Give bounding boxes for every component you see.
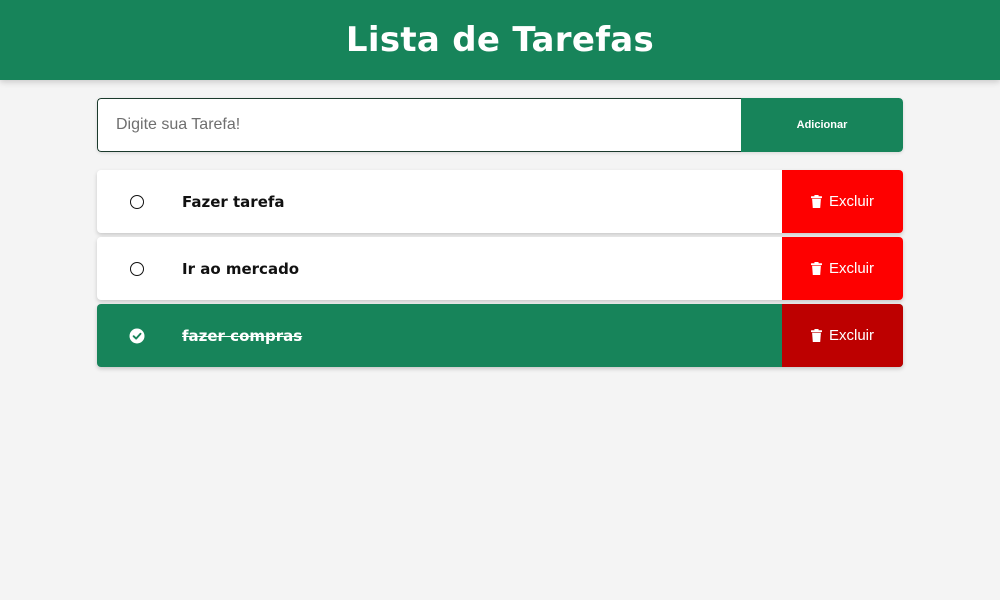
- empty-circle-icon: [130, 261, 144, 276]
- trash-icon: [810, 195, 822, 208]
- trash-icon: [810, 329, 822, 342]
- delete-label: Excluir: [828, 193, 874, 210]
- task-list: Fazer tarefa Excluir Ir ao mercado Exclu…: [97, 170, 903, 367]
- task-item: Fazer tarefa Excluir: [97, 170, 903, 233]
- task-check-toggle[interactable]: [97, 304, 177, 367]
- check-circle-icon: [129, 328, 145, 343]
- task-item-completed: fazer compras Excluir: [97, 304, 903, 367]
- delete-label: Excluir: [828, 327, 874, 344]
- trash-icon: [810, 262, 822, 275]
- task-check-toggle[interactable]: [97, 237, 177, 300]
- task-text: Ir ao mercado: [182, 259, 300, 278]
- page-title: Lista de Tarefas: [345, 20, 655, 60]
- delete-task-button[interactable]: Excluir: [782, 304, 903, 367]
- empty-circle-icon: [130, 194, 144, 209]
- delete-label: Excluir: [828, 260, 874, 277]
- task-text: Fazer tarefa: [182, 192, 285, 211]
- app-header: Lista de Tarefas: [0, 0, 1000, 80]
- task-text: fazer compras: [182, 326, 303, 345]
- task-input[interactable]: [97, 98, 741, 152]
- add-task-button[interactable]: Adicionar: [741, 98, 903, 152]
- task-item: Ir ao mercado Excluir: [97, 237, 903, 300]
- main-content: Adicionar Fazer tarefa Excluir Ir ao mer…: [97, 98, 903, 367]
- task-check-toggle[interactable]: [97, 170, 177, 233]
- delete-task-button[interactable]: Excluir: [782, 170, 903, 233]
- task-form: Adicionar: [97, 98, 903, 152]
- delete-task-button[interactable]: Excluir: [782, 237, 903, 300]
